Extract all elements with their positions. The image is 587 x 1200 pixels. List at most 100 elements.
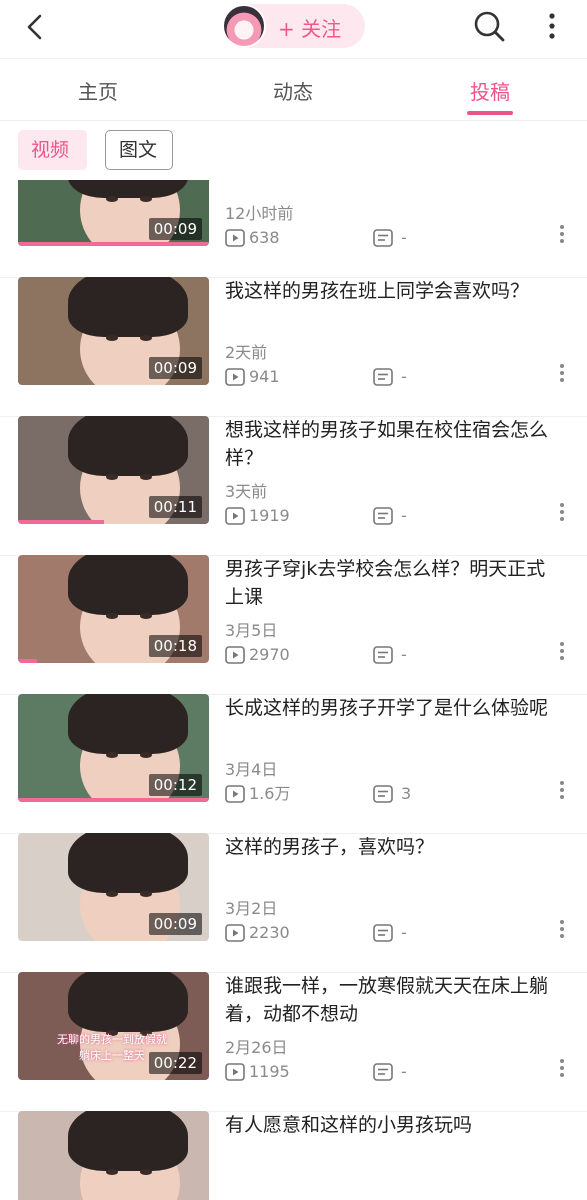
tab-home[interactable]: 主页 [78, 76, 118, 105]
video-item[interactable]: 有人愿意和这样的小男孩玩吗 [0, 1111, 587, 1200]
comment-count-value: - [401, 923, 407, 942]
comment-icon [373, 507, 393, 525]
duration-badge: 00:18 [148, 635, 202, 657]
back-arrow-icon[interactable] [20, 10, 54, 44]
view-count-value: 2230 [249, 923, 290, 942]
comment-count-value: - [401, 367, 407, 386]
video-item[interactable]: 00:12 长成这样的男孩子开学了是什么体验呢 3月4日 1.6万 3 [0, 694, 587, 834]
thumbnail-hair [68, 277, 188, 337]
thumbnail-eye [106, 613, 118, 619]
video-thumbnail[interactable]: 00:12 [18, 694, 209, 802]
more-vertical-icon[interactable] [540, 12, 564, 42]
view-count: 2230 [225, 922, 290, 944]
follow-button[interactable]: + 关注 [222, 4, 365, 48]
video-thumbnail[interactable]: 00:18 [18, 555, 209, 663]
duration-badge: 00:22 [148, 1052, 202, 1074]
thumbnail-eye [140, 613, 152, 619]
video-item[interactable]: 无聊的男孩一到放假就躺床上一整天 00:22 谁跟我一样，一放寒假就天天在床上躺… [0, 972, 587, 1112]
video-title[interactable]: 长成这样的男孩子开学了是什么体验呢 [225, 694, 560, 750]
video-title[interactable]: 这样的男孩子，喜欢吗？ [225, 833, 560, 889]
view-count-value: 2970 [249, 645, 290, 664]
view-count: 638 [225, 227, 280, 249]
thumbnail-hair [68, 694, 188, 754]
item-more-icon[interactable] [555, 639, 569, 667]
comment-icon [373, 1063, 393, 1081]
view-count-value: 1919 [249, 506, 290, 525]
view-count: 1195 [225, 1061, 290, 1083]
comment-icon [373, 785, 393, 803]
item-more-icon[interactable] [555, 917, 569, 945]
video-item[interactable]: 00:09 这样的男孩子，喜欢吗？ 3月2日 2230 - [0, 833, 587, 973]
item-more-icon[interactable] [555, 361, 569, 389]
video-title[interactable]: 像我这样的男孩子在班上会怎样？ [225, 180, 560, 194]
video-thumbnail[interactable]: 无聊的男孩一到放假就躺床上一整天 00:22 [18, 972, 209, 1080]
search-icon[interactable] [472, 9, 506, 43]
comment-icon [373, 646, 393, 664]
avatar[interactable] [222, 4, 266, 48]
item-more-icon[interactable] [555, 778, 569, 806]
play-count-icon [225, 785, 245, 803]
video-title[interactable]: 有人愿意和这样的小男孩玩吗 [225, 1111, 560, 1167]
view-count: 1.6万 [225, 783, 290, 805]
view-count-value: 638 [249, 228, 280, 247]
thumbnail-hair [68, 1111, 188, 1171]
duration-badge: 00:09 [148, 218, 202, 240]
play-count-icon [225, 924, 245, 942]
filter-image-text[interactable]: 图文 [105, 130, 173, 170]
watch-progress-bar [18, 659, 38, 663]
comment-icon [373, 229, 393, 247]
view-count: 2970 [225, 644, 290, 666]
thumbnail-eye [140, 335, 152, 341]
video-thumbnail[interactable]: 00:09 [18, 180, 209, 246]
video-thumbnail[interactable]: 00:09 [18, 833, 209, 941]
thumbnail-hair [68, 833, 188, 893]
upload-date: 2月26日 [225, 1038, 288, 1057]
video-thumbnail[interactable] [18, 1111, 209, 1200]
follow-label: + 关注 [278, 17, 342, 41]
thumbnail-hair [68, 555, 188, 615]
comment-icon [373, 368, 393, 386]
item-more-icon[interactable] [555, 500, 569, 528]
thumbnail-eye [140, 196, 152, 202]
duration-badge: 00:12 [148, 774, 202, 796]
comment-count-value: - [401, 1062, 407, 1081]
duration-badge: 00:09 [148, 913, 202, 935]
item-more-icon[interactable] [555, 222, 569, 250]
video-item[interactable]: 00:09 我这样的男孩在班上同学会喜欢吗？ 2天前 941 - [0, 277, 587, 417]
play-count-icon [225, 229, 245, 247]
video-title[interactable]: 谁跟我一样，一放寒假就天天在床上躺着，动都不想动 [225, 972, 560, 1028]
profile-tabs: 主页 动态 投稿 [0, 58, 587, 121]
video-title[interactable]: 男孩子穿jk去学校会怎么样？明天正式上课 [225, 555, 560, 611]
filter-video[interactable]: 视频 [18, 130, 87, 170]
video-title[interactable]: 想我这样的男孩子如果在校住宿会怎么样？ [225, 416, 560, 472]
video-item[interactable]: 00:11 想我这样的男孩子如果在校住宿会怎么样？ 3天前 1919 - [0, 416, 587, 556]
thumbnail-eye [106, 752, 118, 758]
comment-count: - [373, 1061, 407, 1083]
video-list: 00:09 像我这样的男孩子在班上会怎样？ 12小时前 638 - 00:09 … [0, 180, 587, 1200]
view-count-value: 1195 [249, 1062, 290, 1081]
comment-count: - [373, 227, 407, 249]
video-thumbnail[interactable]: 00:11 [18, 416, 209, 524]
tab-dynamics[interactable]: 动态 [273, 76, 313, 105]
thumbnail-eye [140, 1169, 152, 1175]
upload-date: 3月4日 [225, 760, 278, 779]
upload-date: 3月2日 [225, 899, 278, 918]
item-more-icon[interactable] [555, 1056, 569, 1084]
comment-count: - [373, 922, 407, 944]
thumbnail-eye [106, 474, 118, 480]
play-count-icon [225, 368, 245, 386]
thumbnail-eye [106, 196, 118, 202]
active-tab-indicator [467, 111, 513, 115]
video-thumbnail[interactable]: 00:09 [18, 277, 209, 385]
view-count: 1919 [225, 505, 290, 527]
thumbnail-eye [140, 474, 152, 480]
tab-submissions[interactable]: 投稿 [470, 76, 510, 105]
video-item[interactable]: 00:09 像我这样的男孩子在班上会怎样？ 12小时前 638 - [0, 180, 587, 278]
comment-count: 3 [373, 783, 411, 805]
comment-icon [373, 924, 393, 942]
video-title[interactable]: 我这样的男孩在班上同学会喜欢吗？ [225, 277, 560, 333]
video-item[interactable]: 00:18 男孩子穿jk去学校会怎么样？明天正式上课 3月5日 2970 - [0, 555, 587, 695]
comment-count: - [373, 505, 407, 527]
comment-count-value: - [401, 228, 407, 247]
comment-count-value: - [401, 645, 407, 664]
